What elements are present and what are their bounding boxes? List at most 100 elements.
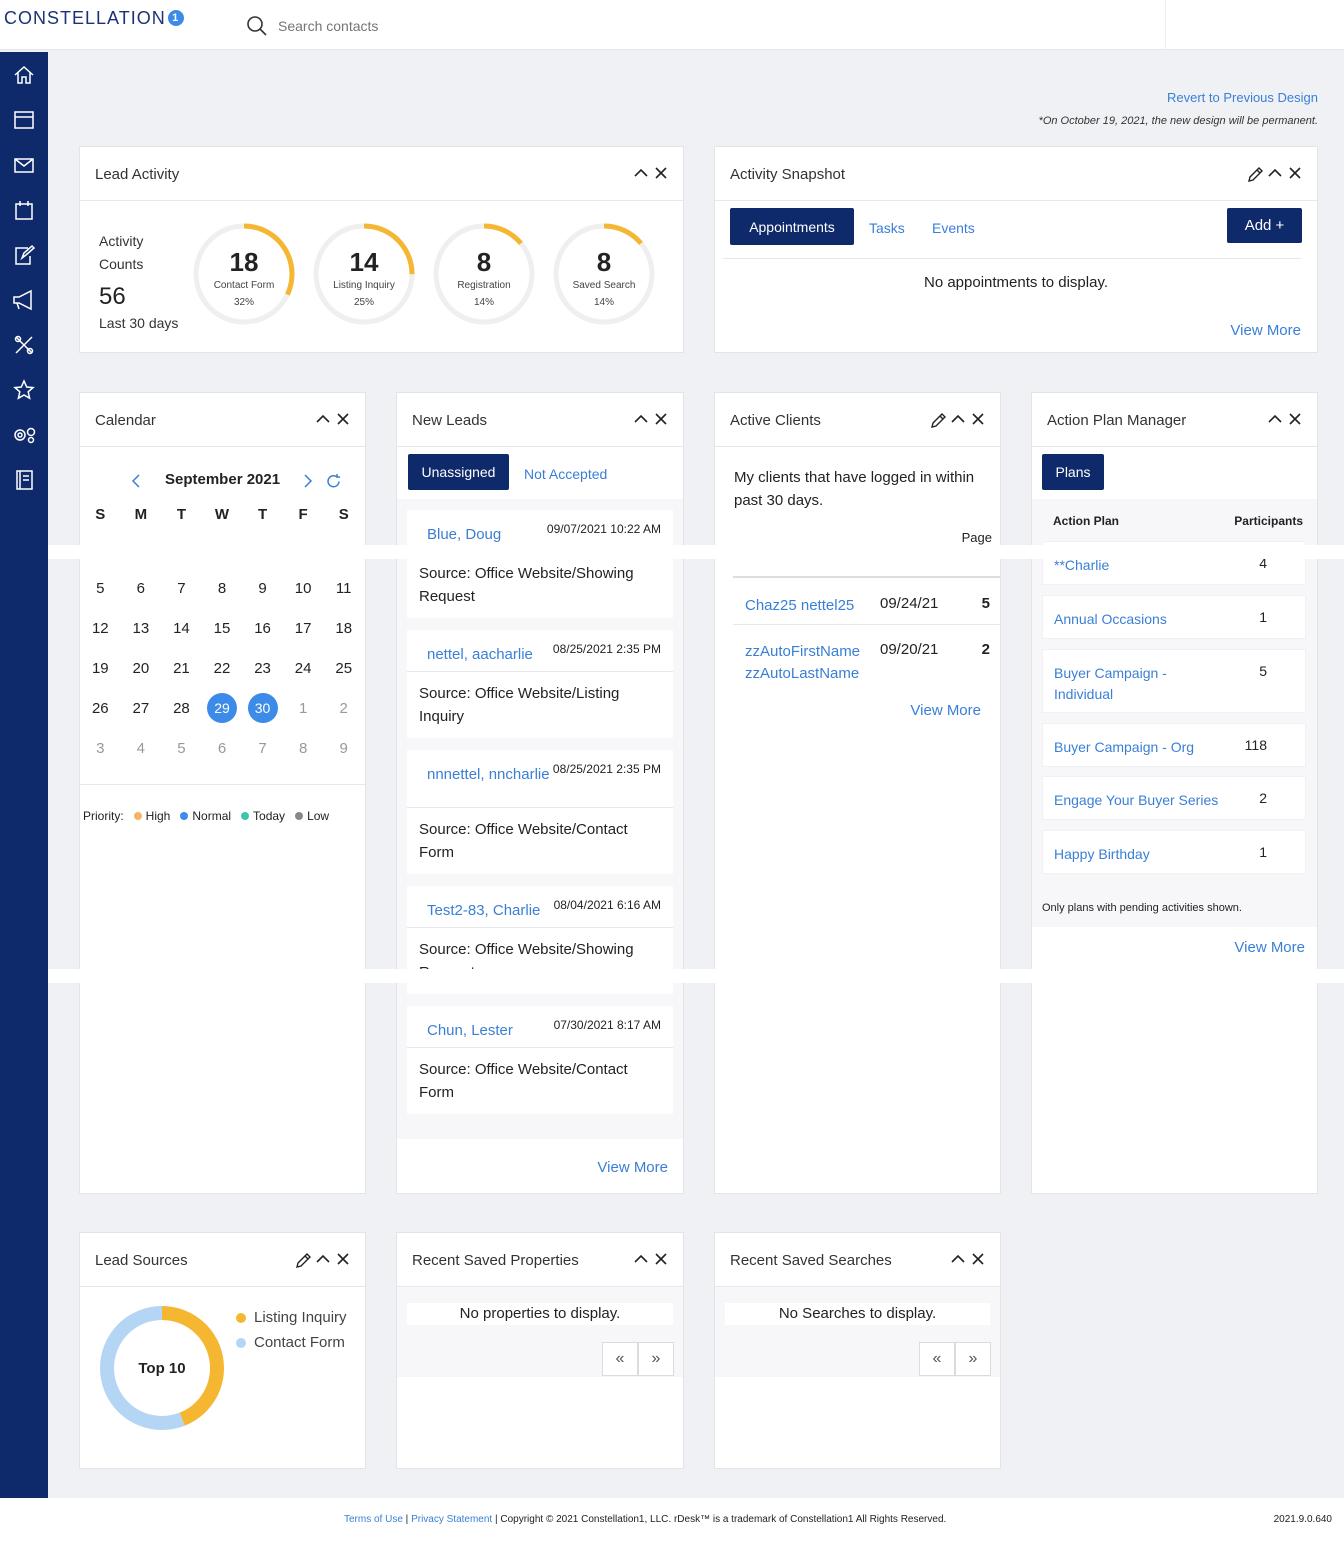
view-more-link[interactable]: View More bbox=[1234, 939, 1305, 956]
calendar-day[interactable]: 18 bbox=[323, 609, 364, 649]
calendar-day[interactable]: 26 bbox=[80, 689, 121, 729]
close-icon[interactable] bbox=[653, 165, 669, 181]
calendar-day[interactable]: 25 bbox=[323, 649, 364, 689]
add-button[interactable]: Add + bbox=[1227, 208, 1302, 243]
lead-item[interactable]: nnnettel, nncharlie 08/25/2021 2:35 PM Sou… bbox=[407, 750, 673, 874]
calendar-day[interactable]: 17 bbox=[283, 609, 324, 649]
lead-name[interactable]: Test2-83, Charlie bbox=[427, 900, 567, 922]
nav-settings[interactable] bbox=[9, 420, 39, 450]
lead-name[interactable]: nnnettel, nncharlie bbox=[427, 764, 567, 786]
calendar-day[interactable]: 3 bbox=[80, 729, 121, 769]
close-icon[interactable] bbox=[1287, 165, 1303, 181]
nav-marketing[interactable] bbox=[9, 285, 39, 315]
collapse-icon[interactable] bbox=[950, 1251, 966, 1267]
collapse-icon[interactable] bbox=[950, 411, 966, 427]
calendar-day[interactable]: 12 bbox=[80, 609, 121, 649]
lead-item[interactable]: Blue, Doug 09/07/2021 10:22 AM Source: Off… bbox=[407, 510, 673, 618]
refresh-icon[interactable] bbox=[325, 473, 342, 495]
lead-name[interactable]: Chun, Lester bbox=[427, 1020, 567, 1042]
terms-link[interactable]: Terms of Use bbox=[344, 1514, 403, 1525]
calendar-day[interactable]: 5 bbox=[80, 569, 121, 609]
collapse-icon[interactable] bbox=[1267, 411, 1283, 427]
nav-tools[interactable] bbox=[9, 330, 39, 360]
calendar-day[interactable]: 28 bbox=[161, 689, 202, 729]
privacy-link[interactable]: Privacy Statement bbox=[411, 1514, 492, 1525]
nav-edit[interactable] bbox=[9, 240, 39, 270]
collapse-icon[interactable] bbox=[633, 1251, 649, 1267]
calendar-day[interactable]: 16 bbox=[242, 609, 283, 649]
tab-events[interactable]: Events bbox=[932, 220, 975, 236]
page-next-icon[interactable]: » bbox=[638, 1342, 674, 1376]
search-input[interactable] bbox=[278, 18, 638, 34]
client-name[interactable]: zzAutoFirstName zzAutoLastName bbox=[745, 641, 875, 685]
calendar-day[interactable]: 6 bbox=[121, 569, 162, 609]
calendar-day[interactable]: 29 bbox=[202, 689, 243, 729]
next-month-icon[interactable] bbox=[302, 473, 314, 494]
nav-mail[interactable] bbox=[9, 150, 39, 180]
calendar-day[interactable]: 30 bbox=[242, 689, 283, 729]
calendar-day[interactable]: 9 bbox=[323, 729, 364, 769]
nav-calendar[interactable] bbox=[9, 195, 39, 225]
view-more-link[interactable]: View More bbox=[1230, 322, 1301, 339]
nav-window[interactable] bbox=[9, 105, 39, 135]
nav-favorites[interactable] bbox=[9, 375, 39, 405]
lead-item[interactable]: Chun, Lester 07/30/2021 8:17 AM Source: Of… bbox=[407, 1006, 673, 1114]
page-next-icon[interactable]: » bbox=[955, 1342, 991, 1376]
tab-not-accepted[interactable]: Not Accepted bbox=[524, 466, 607, 482]
revert-design-link[interactable]: Revert to Previous Design bbox=[1167, 90, 1318, 105]
calendar-day[interactable]: 2 bbox=[323, 689, 364, 729]
page-prev-icon[interactable]: « bbox=[602, 1342, 638, 1376]
close-icon[interactable] bbox=[335, 1251, 351, 1267]
plan-name[interactable]: Buyer Campaign - Org bbox=[1054, 737, 1224, 758]
tab-plans[interactable]: Plans bbox=[1042, 454, 1104, 490]
edit-icon[interactable] bbox=[295, 1251, 311, 1268]
calendar-day[interactable]: 23 bbox=[242, 649, 283, 689]
tab-tasks[interactable]: Tasks bbox=[869, 220, 905, 236]
nav-home[interactable] bbox=[9, 60, 39, 90]
calendar-day[interactable]: 11 bbox=[323, 569, 364, 609]
selected-day[interactable]: 29 bbox=[206, 693, 237, 723]
search-box[interactable] bbox=[246, 14, 666, 38]
plan-name[interactable]: Happy Birthday bbox=[1054, 844, 1224, 865]
calendar-day[interactable]: 15 bbox=[202, 609, 243, 649]
view-more-link[interactable]: View More bbox=[910, 702, 981, 719]
page-prev-icon[interactable]: « bbox=[919, 1342, 955, 1376]
calendar-day[interactable]: 7 bbox=[161, 569, 202, 609]
calendar-day[interactable]: 8 bbox=[202, 569, 243, 609]
calendar-day[interactable]: 14 bbox=[161, 609, 202, 649]
calendar-day[interactable]: 8 bbox=[283, 729, 324, 769]
calendar-day[interactable]: 9 bbox=[242, 569, 283, 609]
calendar-day[interactable]: 24 bbox=[283, 649, 324, 689]
close-icon[interactable] bbox=[970, 1251, 986, 1267]
calendar-day[interactable]: 27 bbox=[121, 689, 162, 729]
calendar-day[interactable]: 7 bbox=[242, 729, 283, 769]
close-icon[interactable] bbox=[335, 411, 351, 427]
collapse-icon[interactable] bbox=[633, 411, 649, 427]
calendar-day[interactable]: 21 bbox=[161, 649, 202, 689]
legend-item[interactable]: Contact Form bbox=[236, 1334, 347, 1351]
legend-item[interactable]: Listing Inquiry bbox=[236, 1309, 347, 1326]
plan-name[interactable]: Annual Occasions bbox=[1054, 609, 1224, 630]
lead-item[interactable]: nettel, aacharlie 08/25/2021 2:35 PM Sourc… bbox=[407, 630, 673, 738]
close-icon[interactable] bbox=[970, 411, 986, 427]
calendar-day[interactable]: 6 bbox=[202, 729, 243, 769]
calendar-day[interactable]: 22 bbox=[202, 649, 243, 689]
close-icon[interactable] bbox=[1287, 411, 1303, 427]
collapse-icon[interactable] bbox=[315, 411, 331, 427]
prev-month-icon[interactable] bbox=[130, 473, 142, 494]
brand-logo[interactable]: CONSTELLATION 1 bbox=[4, 8, 184, 29]
plan-name[interactable]: Engage Your Buyer Series bbox=[1054, 790, 1224, 811]
calendar-day[interactable]: 13 bbox=[121, 609, 162, 649]
edit-icon[interactable] bbox=[930, 411, 946, 428]
calendar-day[interactable]: 19 bbox=[80, 649, 121, 689]
close-icon[interactable] bbox=[653, 411, 669, 427]
calendar-day[interactable]: 4 bbox=[121, 729, 162, 769]
calendar-day[interactable]: 5 bbox=[161, 729, 202, 769]
tab-unassigned[interactable]: Unassigned bbox=[408, 454, 509, 490]
nav-library[interactable] bbox=[9, 465, 39, 495]
client-name[interactable]: Chaz25 nettel25 bbox=[745, 595, 875, 617]
calendar-day[interactable]: 10 bbox=[283, 569, 324, 609]
collapse-icon[interactable] bbox=[633, 165, 649, 181]
plan-name[interactable]: Buyer Campaign - Individual bbox=[1054, 663, 1224, 705]
tab-appointments[interactable]: Appointments bbox=[730, 208, 854, 245]
